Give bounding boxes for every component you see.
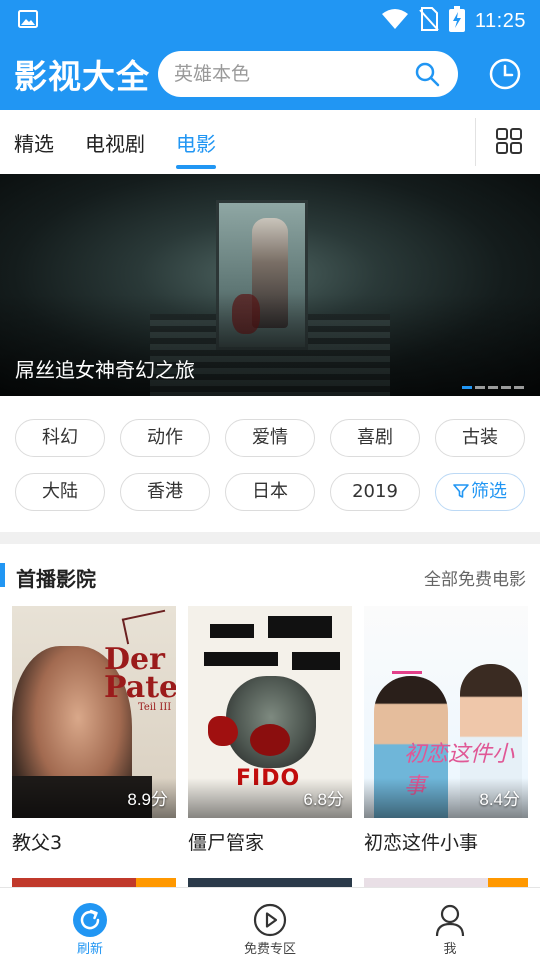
search-icon[interactable]	[414, 61, 440, 91]
search-input[interactable]	[174, 51, 404, 97]
movie-card[interactable]: Der Pate Teil III 8.9分 教父3	[12, 606, 176, 855]
banner-title: 屌丝追女神奇幻之旅	[15, 358, 195, 382]
category-tabs: 精选 电视剧 电影	[0, 110, 540, 174]
nav-label: 刷新	[76, 942, 103, 957]
tag-chip[interactable]: 日本	[225, 473, 315, 511]
poster-art	[121, 609, 171, 645]
tab-movies[interactable]: 电影	[176, 128, 216, 157]
section-accent-bar	[0, 563, 5, 587]
tag-chip[interactable]: 大陆	[15, 473, 105, 511]
poster-art	[268, 616, 332, 638]
poster-art	[204, 652, 278, 666]
banner-dot	[462, 386, 472, 389]
nav-label: 免费专区	[243, 942, 296, 957]
featured-banner[interactable]: 屌丝追女神奇幻之旅	[0, 174, 540, 396]
poster-art	[250, 724, 290, 756]
search-box[interactable]	[158, 51, 458, 97]
play-circle-icon	[252, 902, 288, 938]
genre-tags: 科幻 动作 爱情 喜剧 古装 大陆 香港 日本 2019 筛选	[0, 396, 540, 532]
banner-dot	[514, 386, 524, 389]
status-time: 11:25	[474, 9, 526, 32]
tag-chip[interactable]: 香港	[120, 473, 210, 511]
movie-rating: 6.8分	[303, 790, 344, 809]
movie-card[interactable]: FIDO 6.8分 僵尸管家	[188, 606, 352, 855]
tag-chip[interactable]: 爱情	[225, 419, 315, 457]
user-icon	[432, 902, 468, 938]
all-free-movies-link[interactable]: 全部免费电影	[424, 565, 526, 590]
wifi-icon	[381, 8, 409, 34]
movie-title: 僵尸管家	[188, 832, 265, 854]
banner-page-indicator	[462, 386, 524, 389]
movie-poster[interactable]: Der Pate Teil III 8.9分	[12, 606, 176, 818]
status-bar: 11:25	[0, 0, 540, 38]
movie-title: 教父3	[12, 832, 63, 854]
poster-art	[292, 652, 340, 670]
filter-label: 筛选	[471, 481, 507, 502]
banner-dot	[488, 386, 498, 389]
movie-poster[interactable]: FIDO 6.8分	[188, 606, 352, 818]
tag-chip[interactable]: 动作	[120, 419, 210, 457]
poster-subtitle-art: Teil III	[138, 702, 172, 713]
tab-featured[interactable]: 精选	[14, 128, 54, 157]
movie-rating: 8.4分	[479, 790, 520, 809]
tag-chip[interactable]: 喜剧	[330, 419, 420, 457]
history-clock-icon[interactable]	[488, 57, 522, 95]
poster-title-art: Der Pate	[104, 642, 176, 705]
poster-art	[210, 624, 254, 638]
movie-rating: 8.9分	[127, 790, 168, 809]
gallery-notification-icon	[18, 10, 38, 32]
section-separator	[0, 532, 540, 544]
nav-free-zone[interactable]: 免费专区	[180, 888, 360, 960]
movie-title: 初恋这件小事	[364, 832, 479, 854]
app-header: 11:25 影视大全	[0, 0, 540, 110]
filter-button[interactable]: 筛选	[435, 473, 525, 511]
refresh-icon	[72, 902, 108, 938]
active-tab-indicator	[176, 165, 216, 169]
poster-art	[392, 660, 422, 674]
battery-charging-icon	[448, 6, 465, 36]
section-title: 首播影院	[16, 567, 96, 591]
app-title: 影视大全	[14, 57, 150, 96]
tab-tv-series[interactable]: 电视剧	[85, 128, 145, 157]
filter-funnel-icon	[453, 476, 469, 512]
movie-poster[interactable]: 初恋这件小事 8.4分	[364, 606, 528, 818]
grid-menu-icon[interactable]	[496, 128, 522, 158]
tag-chip[interactable]: 古装	[435, 419, 525, 457]
nav-label: 我	[443, 942, 457, 957]
poster-art	[208, 716, 238, 746]
tag-chip[interactable]: 科幻	[15, 419, 105, 457]
bottom-navigation: 刷新 免费专区 我	[0, 887, 540, 960]
tabs-divider	[475, 118, 476, 166]
movie-card[interactable]: 初恋这件小事 8.4分 初恋这件小事	[364, 606, 528, 855]
banner-dot	[475, 386, 485, 389]
tag-chip[interactable]: 2019	[330, 473, 420, 511]
no-sim-icon	[419, 7, 439, 35]
banner-dot	[501, 386, 511, 389]
nav-me[interactable]: 我	[360, 888, 540, 960]
nav-refresh[interactable]: 刷新	[0, 888, 180, 960]
